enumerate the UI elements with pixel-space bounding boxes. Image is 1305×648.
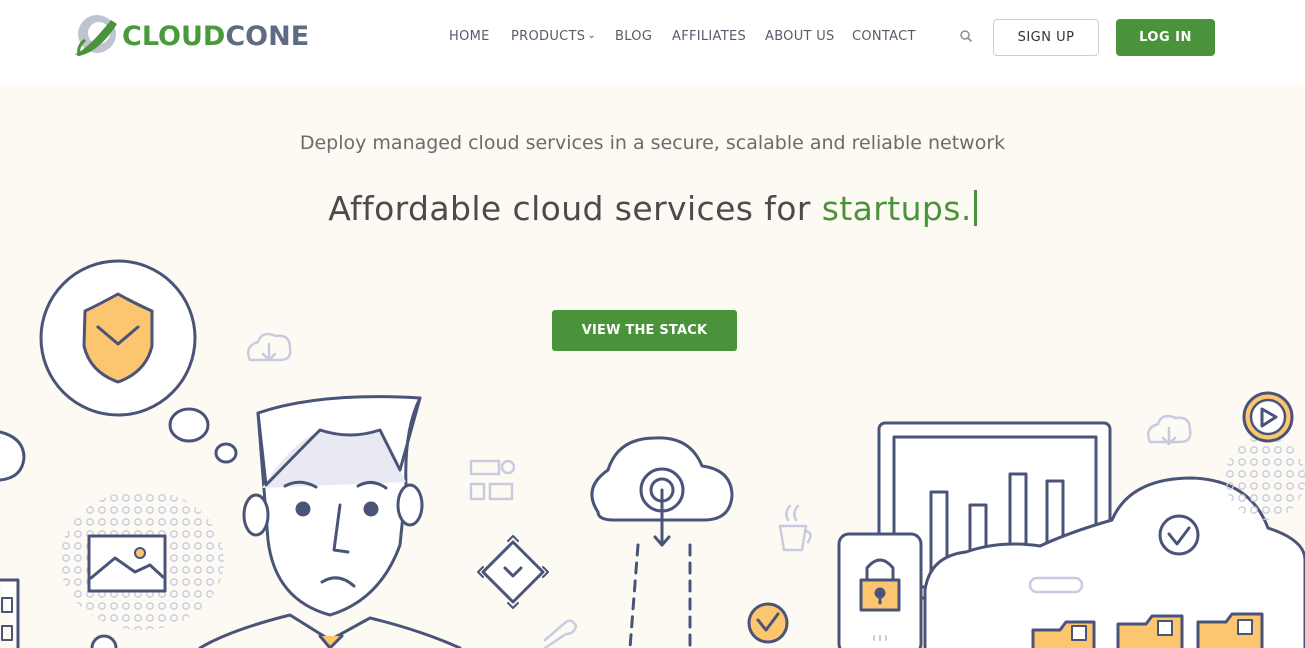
hero-headline: Affordable cloud services for startups. xyxy=(0,188,1305,230)
headline-accent: startups. xyxy=(821,189,972,228)
image-icon xyxy=(60,490,224,630)
flowchart-icon xyxy=(469,459,516,501)
check-circle-icon xyxy=(747,602,789,644)
cloud-download-icon xyxy=(247,332,292,362)
shield-thought-bubble-icon xyxy=(0,259,238,482)
play-button-icon xyxy=(1225,391,1305,520)
server-icon xyxy=(0,578,20,648)
phone-lock-icon xyxy=(837,532,923,648)
cloud-download-icon-right xyxy=(1147,414,1192,446)
key-icon xyxy=(543,619,578,648)
hero-subtitle: Deploy managed cloud services in a secur… xyxy=(299,132,1006,154)
view-the-stack-button[interactable]: VIEW THE STACK xyxy=(552,310,737,351)
typing-caret xyxy=(973,190,977,226)
coffee-cup-icon xyxy=(778,504,812,552)
businessman-icon xyxy=(198,395,462,648)
cloud-upload-icon xyxy=(590,436,734,648)
headline-prefix: Affordable cloud services for xyxy=(328,189,822,228)
diamond-check-icon xyxy=(477,535,549,609)
